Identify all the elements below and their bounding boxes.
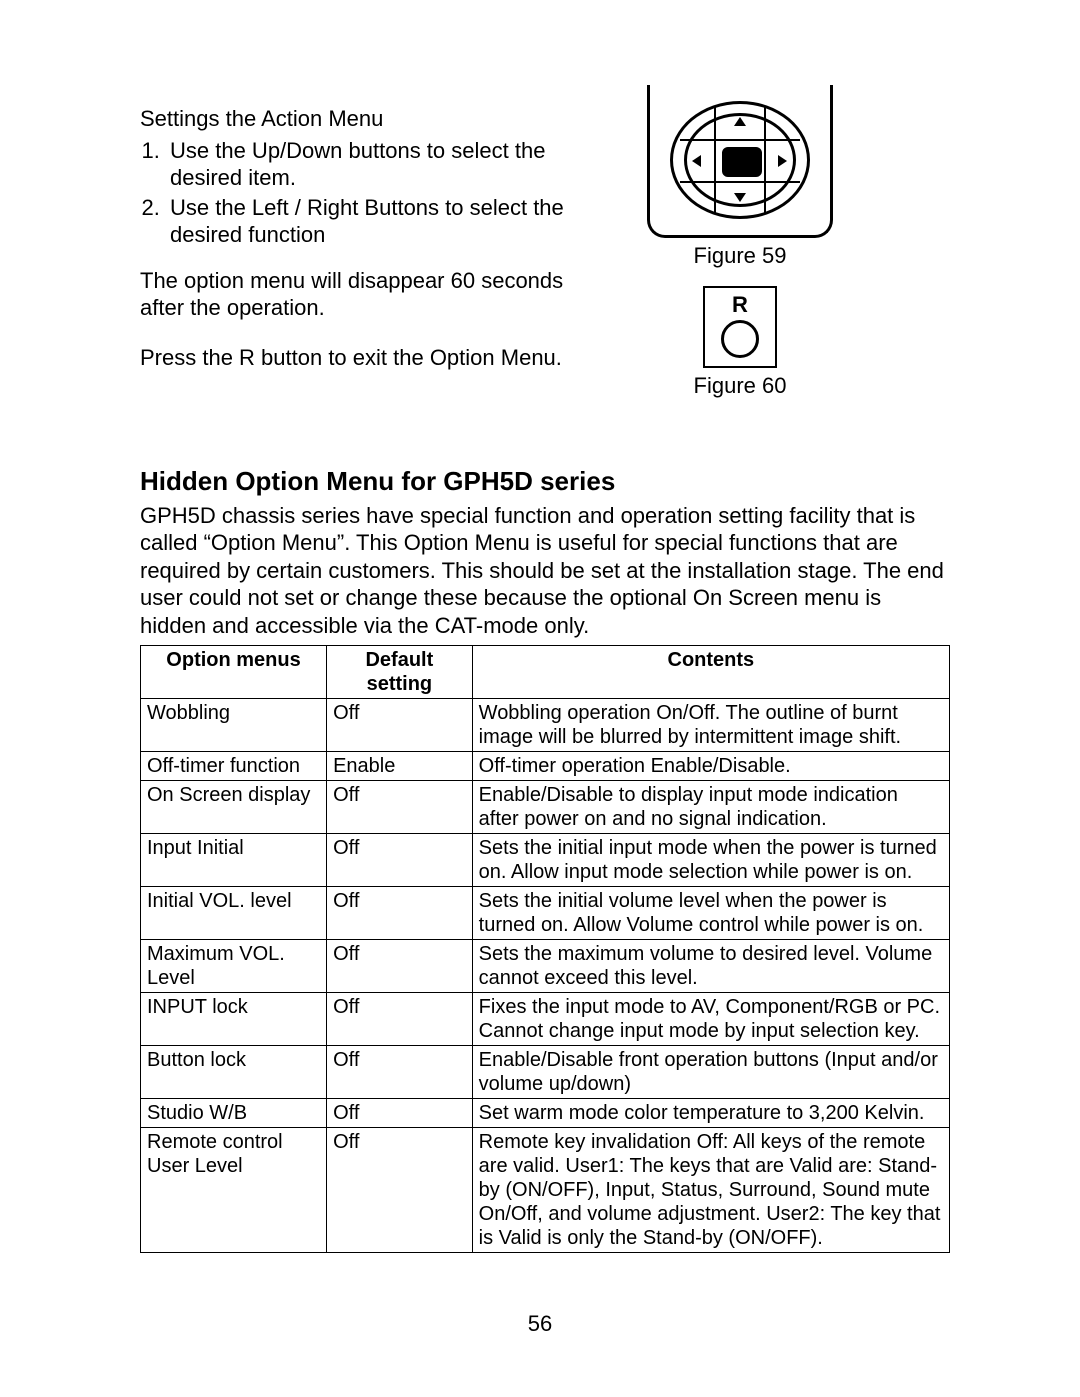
option-menu-table: Option menus Default setting Contents Wo… (140, 645, 950, 1253)
cell-default: Off (327, 1099, 473, 1128)
intro-note-timeout: The option menu will disappear 60 second… (140, 267, 600, 322)
cell-option-menu: Initial VOL. level (141, 887, 327, 940)
table-row: Remote control User LevelOffRemote key i… (141, 1128, 950, 1253)
table-row: Maximum VOL. LevelOffSets the maximum vo… (141, 940, 950, 993)
section-title: Hidden Option Menu for GPH5D series (140, 465, 950, 498)
arrow-down-icon (734, 193, 746, 202)
remote-dpad-icon (647, 85, 833, 238)
cell-option-menu: Studio W/B (141, 1099, 327, 1128)
cell-default: Off (327, 1128, 473, 1253)
cell-option-menu: Remote control User Level (141, 1128, 327, 1253)
th-option-menus: Option menus (141, 646, 327, 699)
table-row: WobblingOffWobbling operation On/Off. Th… (141, 699, 950, 752)
cell-contents: Fixes the input mode to AV, Component/RG… (472, 993, 949, 1046)
cell-default: Off (327, 699, 473, 752)
intro-heading: Settings the Action Menu (140, 105, 600, 133)
cell-contents: Enable/Disable to display input mode ind… (472, 781, 949, 834)
table-row: On Screen displayOffEnable/Disable to di… (141, 781, 950, 834)
table-row: Studio W/BOffSet warm mode color tempera… (141, 1099, 950, 1128)
section-body: GPH5D chassis series have special functi… (140, 502, 950, 640)
step-2: Use the Left / Right Buttons to select t… (166, 194, 600, 249)
step-1: Use the Up/Down buttons to select the de… (166, 137, 600, 192)
cell-option-menu: On Screen display (141, 781, 327, 834)
cell-contents: Enable/Disable front operation buttons (… (472, 1046, 949, 1099)
intro-text-column: Settings the Action Menu Use the Up/Down… (140, 105, 600, 405)
cell-default: Off (327, 834, 473, 887)
cell-contents: Sets the maximum volume to desired level… (472, 940, 949, 993)
cell-contents: Sets the initial input mode when the pow… (472, 834, 949, 887)
page: Settings the Action Menu Use the Up/Down… (0, 0, 1080, 1397)
cell-default: Off (327, 940, 473, 993)
table-row: Initial VOL. levelOffSets the initial vo… (141, 887, 950, 940)
cell-default: Enable (327, 752, 473, 781)
cell-contents: Sets the initial volume level when the p… (472, 887, 949, 940)
cell-contents: Wobbling operation On/Off. The outline o… (472, 699, 949, 752)
cell-default: Off (327, 1046, 473, 1099)
cell-option-menu: INPUT lock (141, 993, 327, 1046)
table-header-row: Option menus Default setting Contents (141, 646, 950, 699)
arrow-right-icon (778, 155, 787, 167)
table-row: Off-timer functionEnableOff-timer operat… (141, 752, 950, 781)
intro-steps-list: Use the Up/Down buttons to select the de… (140, 137, 600, 249)
cell-option-menu: Off-timer function (141, 752, 327, 781)
figure-column: Figure 59 R Figure 60 (640, 85, 840, 405)
r-button-icon: R (703, 286, 777, 368)
arrow-up-icon (734, 117, 746, 126)
table-row: Input InitialOffSets the initial input m… (141, 834, 950, 887)
cell-option-menu: Button lock (141, 1046, 327, 1099)
th-contents: Contents (472, 646, 949, 699)
cell-default: Off (327, 781, 473, 834)
center-button-icon (722, 147, 762, 177)
cell-option-menu: Input Initial (141, 834, 327, 887)
arrow-left-icon (692, 155, 701, 167)
cell-default: Off (327, 887, 473, 940)
cell-contents: Off-timer operation Enable/Disable. (472, 752, 949, 781)
table-row: Button lockOffEnable/Disable front opera… (141, 1046, 950, 1099)
circle-icon (721, 320, 759, 358)
cell-option-menu: Wobbling (141, 699, 327, 752)
r-button-label: R (732, 294, 748, 316)
figure-59-caption: Figure 59 (694, 242, 787, 270)
intro-note-exit: Press the R button to exit the Option Me… (140, 344, 600, 372)
figure-60-caption: Figure 60 (694, 372, 787, 400)
table-row: INPUT lockOffFixes the input mode to AV,… (141, 993, 950, 1046)
cell-contents: Remote key invalidation Off: All keys of… (472, 1128, 949, 1253)
th-default-setting: Default setting (327, 646, 473, 699)
two-column-intro: Settings the Action Menu Use the Up/Down… (140, 105, 950, 405)
cell-option-menu: Maximum VOL. Level (141, 940, 327, 993)
cell-contents: Set warm mode color temperature to 3,200… (472, 1099, 949, 1128)
page-number: 56 (0, 1310, 1080, 1338)
cell-default: Off (327, 993, 473, 1046)
